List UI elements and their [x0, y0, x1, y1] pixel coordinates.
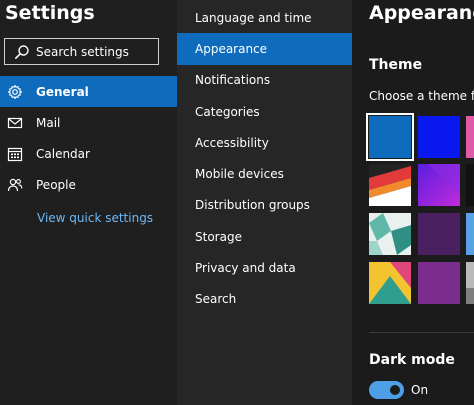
gear-icon	[7, 84, 23, 100]
mail-icon	[7, 115, 23, 131]
submenu-appearance[interactable]: Appearance	[177, 33, 352, 65]
appearance-pane: Appearance Theme Choose a theme for Dark…	[352, 0, 474, 405]
submenu-search[interactable]: Search	[177, 284, 352, 315]
calendar-icon	[7, 146, 23, 162]
theme-tile-dark-purple[interactable]	[418, 213, 460, 255]
theme-tile-yellow-geometric[interactable]	[369, 262, 411, 304]
settings-title: Settings	[5, 2, 95, 24]
dark-mode-heading: Dark mode	[369, 352, 455, 368]
theme-heading: Theme	[369, 57, 423, 73]
dark-mode-toggle[interactable]	[369, 381, 404, 399]
search-settings-input[interactable]	[36, 42, 156, 62]
submenu-mobile-devices[interactable]: Mobile devices	[177, 158, 352, 189]
section-divider	[369, 332, 474, 333]
submenu-language-and-time[interactable]: Language and time	[177, 2, 352, 33]
nav-calendar[interactable]: Calendar	[0, 138, 177, 169]
nav-people[interactable]: People	[0, 169, 177, 200]
submenu-accessibility[interactable]: Accessibility	[177, 127, 352, 158]
submenu-categories[interactable]: Categories	[177, 96, 352, 127]
theme-tile-colorful-stripes[interactable]	[466, 116, 474, 158]
nav-general-label: General	[36, 84, 89, 99]
pane-title: Appearance	[369, 2, 474, 24]
search-icon	[14, 44, 30, 60]
theme-tile-gray-landscape[interactable]	[466, 262, 474, 304]
nav-calendar-label: Calendar	[36, 146, 90, 161]
submenu-notifications[interactable]: Notifications	[177, 65, 352, 96]
submenu-distribution-groups[interactable]: Distribution groups	[177, 190, 352, 221]
theme-tile-blue[interactable]	[366, 113, 414, 161]
settings-sidebar: Settings General Mail Calendar	[0, 0, 177, 405]
theme-tile-bright-blue[interactable]	[418, 116, 460, 158]
nav-mail-label: Mail	[36, 115, 61, 130]
toggle-knob	[390, 385, 400, 395]
people-icon	[7, 177, 23, 193]
general-submenu: Language and time Appearance Notificatio…	[177, 0, 352, 405]
theme-tile-dark[interactable]	[466, 164, 474, 206]
nav-mail[interactable]: Mail	[0, 107, 177, 138]
nav-people-label: People	[36, 177, 76, 192]
nav-general[interactable]: General	[0, 76, 177, 107]
theme-tile-red-chevrons[interactable]	[369, 164, 411, 206]
dark-mode-state-label: On	[411, 383, 429, 397]
theme-tile-purple-gradient[interactable]	[418, 164, 460, 206]
theme-tile-sky[interactable]	[466, 213, 474, 255]
view-quick-settings-link[interactable]: View quick settings	[37, 211, 153, 225]
theme-tile-teal-geometric[interactable]	[369, 213, 411, 255]
submenu-storage[interactable]: Storage	[177, 221, 352, 252]
primary-nav: General Mail Calendar People	[0, 76, 177, 200]
theme-prompt: Choose a theme for	[369, 89, 474, 103]
general-submenu-list: Language and time Appearance Notificatio…	[177, 2, 352, 315]
submenu-privacy-and-data[interactable]: Privacy and data	[177, 252, 352, 283]
search-settings-box[interactable]	[4, 38, 159, 65]
theme-tile-purple[interactable]	[418, 262, 460, 304]
